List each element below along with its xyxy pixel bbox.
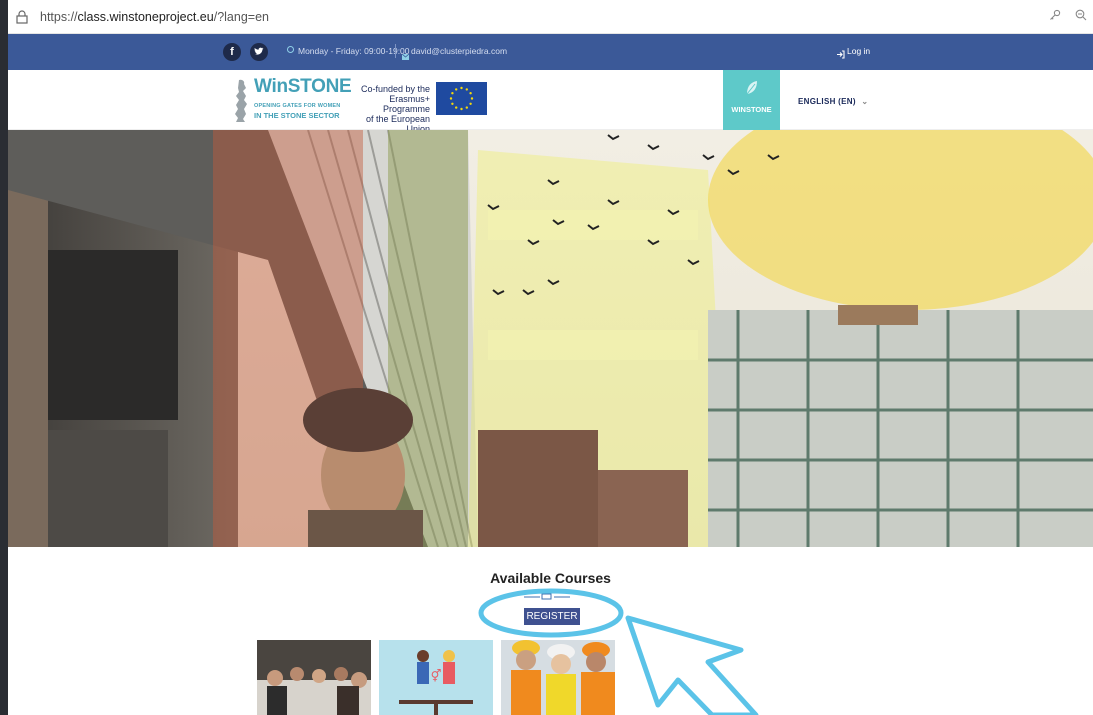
section-title-available-courses: Available Courses — [490, 570, 611, 586]
browser-address-bar[interactable]: https://class.winstoneproject.eu/?lang=e… — [8, 0, 1093, 34]
chevron-down-icon: ⌄ — [861, 97, 869, 106]
browser-viewport: https://class.winstoneproject.eu/?lang=e… — [8, 0, 1093, 715]
facebook-icon[interactable]: f — [223, 43, 241, 61]
site-logo[interactable]: WinSTONE OPENING GATES FOR WOMEN IN THE … — [232, 76, 352, 126]
cursor-arrow-icon — [625, 615, 759, 715]
erasmus-cofund-text: Co-funded by the Erasmus+ Programme of t… — [360, 84, 430, 134]
login-icon — [836, 46, 845, 64]
flag-icon — [541, 593, 552, 600]
twitter-icon[interactable] — [250, 43, 268, 61]
section-divider — [524, 593, 570, 600]
stone-figure-icon — [235, 79, 247, 122]
contact-email-link[interactable]: david@clusterpiedra.com — [411, 46, 507, 56]
login-link[interactable]: Log in — [847, 46, 870, 56]
course-thumbnail-meeting[interactable] — [257, 640, 371, 715]
site-header: WinSTONE OPENING GATES FOR WOMEN IN THE … — [8, 70, 1093, 134]
zoom-out-icon[interactable] — [1075, 9, 1087, 24]
top-contact-bar: f Monday - Friday: 09:00-19:00 david@clu… — [8, 34, 1093, 70]
hero-banner-image — [8, 130, 1093, 547]
eu-flag-icon — [436, 82, 487, 115]
envelope-icon — [401, 47, 410, 65]
register-button[interactable]: REGISTER — [524, 608, 580, 625]
url-text[interactable]: https://class.winstoneproject.eu/?lang=e… — [40, 10, 269, 24]
gender-symbol-icon: ⚥ — [431, 669, 442, 683]
course-thumbnail-construction-workers[interactable] — [501, 640, 615, 715]
key-icon[interactable] — [1049, 9, 1061, 24]
course-thumbnail-gender-equality[interactable]: ⚥ — [379, 640, 493, 715]
leaf-icon — [746, 81, 757, 95]
winstone-nav-tab[interactable]: WINSTONE — [723, 70, 780, 130]
divider — [395, 44, 396, 58]
opening-hours: Monday - Friday: 09:00-19:00 — [298, 46, 410, 56]
language-selector[interactable]: ENGLISH (EN) ⌄ — [798, 97, 868, 106]
clock-icon — [287, 46, 294, 53]
lock-icon — [16, 9, 30, 24]
